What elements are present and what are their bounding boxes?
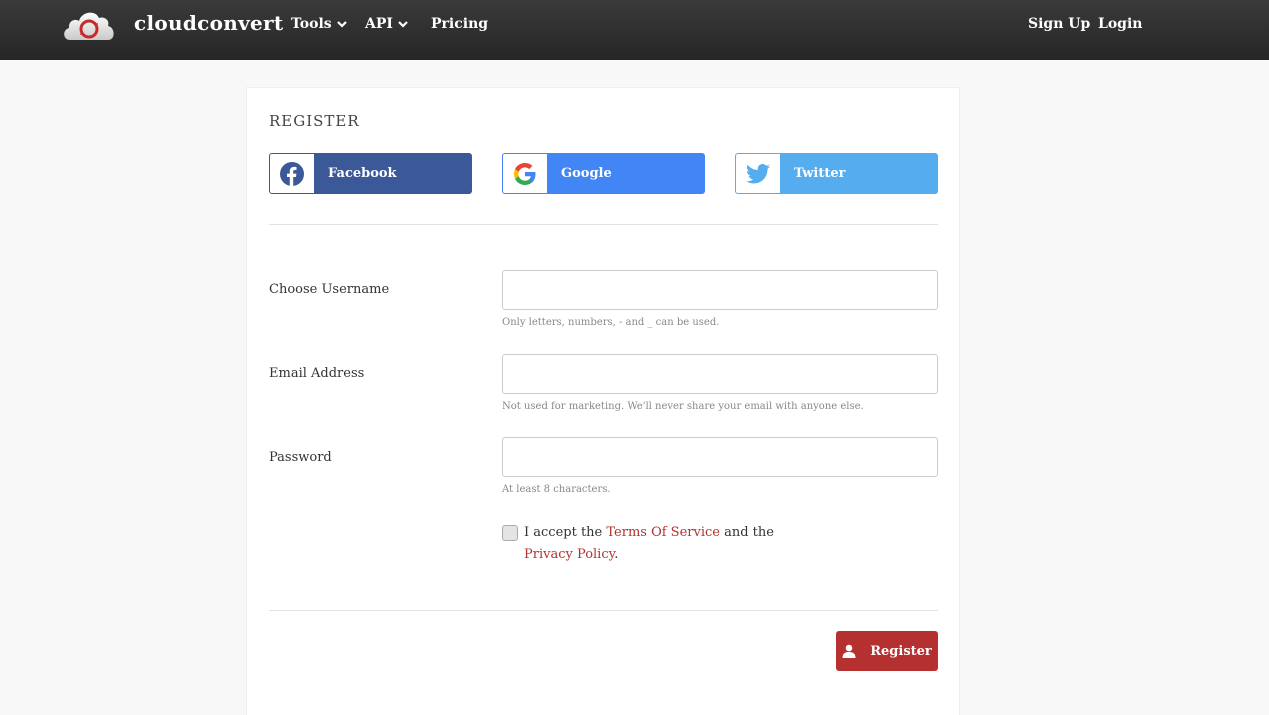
nav-pricing-label: Pricing: [431, 16, 489, 32]
tos-text-middle: and the: [719, 525, 774, 540]
tos-checkbox[interactable]: [502, 525, 518, 541]
username-help-text: Only letters, numbers, - and _ can be us…: [502, 317, 720, 328]
password-help-text: At least 8 characters.: [502, 484, 611, 495]
register-card: REGISTER Facebook Google Twitter Choose …: [246, 87, 960, 715]
google-icon: [514, 162, 536, 185]
facebook-icon-box: [270, 154, 314, 193]
chevron-down-icon: [336, 21, 347, 28]
top-navbar: cloudconvert Tools API Pricing Sign Up L…: [0, 0, 1269, 60]
privacy-policy-link[interactable]: Privacy Policy: [524, 547, 614, 562]
nav-sign-up[interactable]: Sign Up: [1028, 16, 1090, 32]
tos-text-before: I accept the: [524, 525, 607, 540]
cloud-refresh-icon[interactable]: [62, 6, 116, 42]
nav-sign-up-label: Sign Up: [1028, 16, 1091, 32]
twitter-icon-box: [736, 154, 780, 193]
facebook-label: Facebook: [328, 166, 397, 181]
twitter-login-button[interactable]: Twitter: [735, 153, 938, 194]
tos-text: I accept the Terms Of Service and the Pr…: [524, 522, 814, 566]
username-label: Choose Username: [269, 282, 390, 297]
google-label: Google: [561, 166, 612, 181]
facebook-login-button[interactable]: Facebook: [269, 153, 472, 194]
google-icon-box: [503, 154, 547, 193]
google-login-button[interactable]: Google: [502, 153, 705, 194]
register-button-label: Register: [870, 643, 932, 659]
nav-tools-label: Tools: [291, 16, 332, 32]
password-input[interactable]: [502, 437, 938, 477]
nav-login[interactable]: Login: [1098, 16, 1142, 32]
twitter-icon: [746, 163, 770, 183]
username-input[interactable]: [502, 270, 938, 310]
nav-login-label: Login: [1098, 16, 1143, 32]
nav-tools[interactable]: Tools: [291, 16, 347, 32]
page-title: REGISTER: [269, 112, 360, 130]
email-label: Email Address: [269, 366, 365, 381]
nav-pricing[interactable]: Pricing: [431, 16, 488, 32]
email-help-text: Not used for marketing. We'll never shar…: [502, 401, 864, 412]
terms-of-service-link[interactable]: Terms Of Service: [606, 525, 720, 540]
divider: [269, 224, 938, 225]
nav-api-label: API: [365, 16, 393, 32]
brand-name[interactable]: cloudconvert: [134, 11, 283, 35]
tos-text-after: .: [614, 547, 619, 562]
chevron-down-icon: [398, 21, 408, 28]
register-button[interactable]: Register: [836, 631, 938, 671]
facebook-icon: [280, 161, 304, 186]
divider: [269, 610, 938, 611]
nav-api[interactable]: API: [365, 16, 408, 32]
user-icon: [842, 644, 856, 658]
password-label: Password: [269, 450, 332, 465]
twitter-label: Twitter: [794, 166, 846, 181]
email-input[interactable]: [502, 354, 938, 394]
